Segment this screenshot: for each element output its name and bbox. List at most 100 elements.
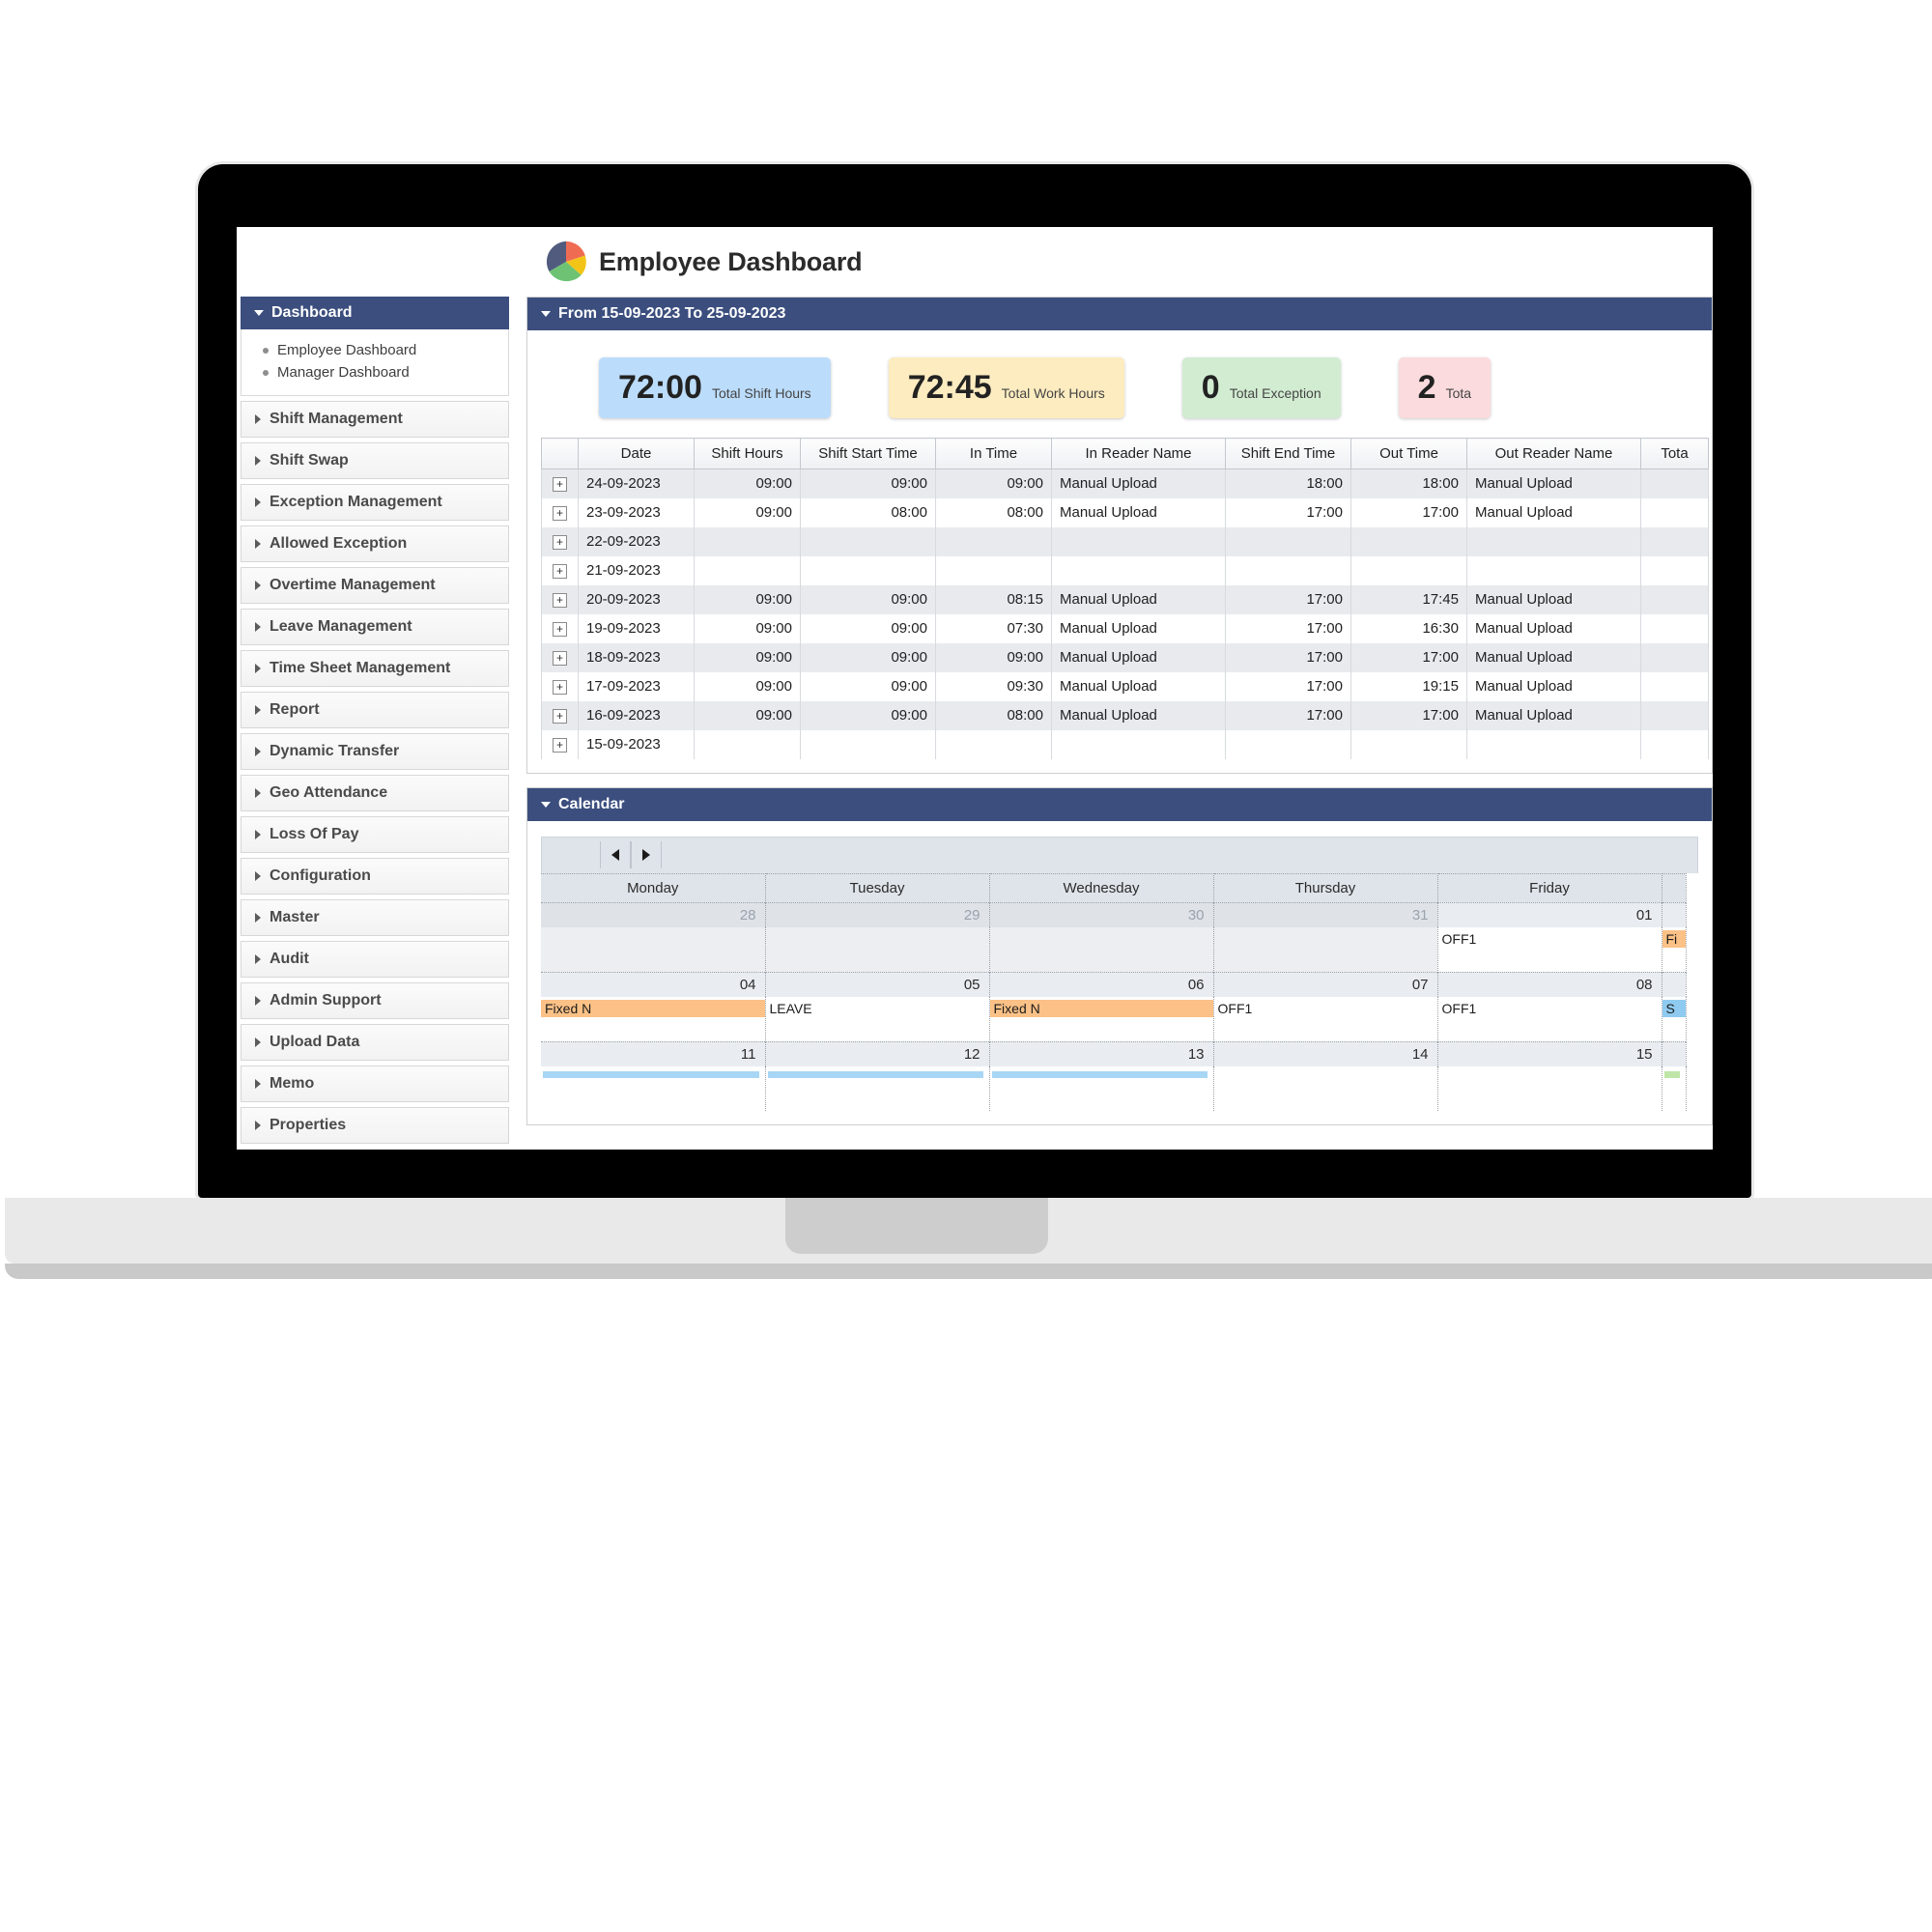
calendar-date-number[interactable]: 29 <box>765 901 990 927</box>
calendar-event-label[interactable]: OFF1 <box>1438 1000 1662 1017</box>
calendar-day-cell[interactable]: OFF1 <box>1437 997 1662 1041</box>
row-expand-cell[interactable]: + <box>541 555 579 585</box>
table-col-header[interactable]: Tota <box>1640 438 1709 469</box>
table-col-header[interactable]: Shift Start Time <box>800 438 936 469</box>
calendar-day-cell[interactable]: OFF1 <box>1437 927 1662 972</box>
calendar-date-number[interactable]: 31 <box>1213 901 1438 927</box>
row-expand-cell[interactable]: + <box>541 584 579 614</box>
sidebar-item-time-sheet-management[interactable]: Time Sheet Management <box>241 650 509 687</box>
table-row[interactable]: +15-09-2023 <box>541 729 1709 759</box>
table-row[interactable]: +19-09-2023 09:00 09:00 07:30 Manual Upload 1… <box>541 613 1709 643</box>
calendar-date-number[interactable]: 06 <box>989 971 1214 997</box>
calendar-day-cell[interactable]: Fixed N <box>989 997 1214 1041</box>
table-row[interactable]: +23-09-2023 09:00 08:00 08:00 Manual Upload 1… <box>541 497 1709 527</box>
kpi-card-total-exception[interactable]: 0 Total Exception <box>1181 357 1341 418</box>
sidebar-item-employee-dashboard[interactable]: Employee Dashboard <box>263 339 508 361</box>
calendar-event-label[interactable]: LEAVE <box>766 1000 989 1017</box>
calendar-day-cell[interactable]: Fi <box>1662 927 1687 972</box>
plus-box-icon[interactable]: + <box>553 477 567 493</box>
calendar-prev-button[interactable] <box>600 841 631 868</box>
calendar-next-button[interactable] <box>631 841 662 868</box>
table-row[interactable]: +17-09-2023 09:00 09:00 09:30 Manual Upload 1… <box>541 671 1709 701</box>
row-expand-cell[interactable]: + <box>541 526 579 556</box>
plus-box-icon[interactable]: + <box>553 738 567 753</box>
sidebar-item-shift-swap[interactable]: Shift Swap <box>241 442 509 479</box>
table-col-header[interactable]: In Reader Name <box>1051 438 1226 469</box>
calendar-day-cell[interactable] <box>541 1066 766 1111</box>
calendar-day-cell[interactable] <box>1437 1066 1662 1111</box>
table-row[interactable]: +20-09-2023 09:00 09:00 08:15 Manual Upload 1… <box>541 584 1709 614</box>
calendar-day-cell[interactable] <box>1213 1066 1438 1111</box>
calendar-day-cell[interactable]: LEAVE <box>765 997 990 1041</box>
calendar-event-label[interactable]: OFF1 <box>1438 930 1662 948</box>
calendar-day-cell[interactable]: OFF1 <box>1213 997 1438 1041</box>
sidebar-item-dashboard[interactable]: Dashboard <box>241 297 509 329</box>
calendar-day-cell[interactable] <box>989 1066 1214 1111</box>
sidebar-item-manager-dashboard[interactable]: Manager Dashboard <box>263 361 508 384</box>
table-col-header[interactable]: Date <box>578 438 695 469</box>
plus-box-icon[interactable]: + <box>553 622 567 637</box>
table-row[interactable]: +22-09-2023 <box>541 526 1709 556</box>
calendar-day-cell[interactable]: Fixed N <box>541 997 766 1041</box>
row-expand-cell[interactable]: + <box>541 671 579 701</box>
calendar-day-cell[interactable] <box>989 927 1214 972</box>
calendar-day-cell[interactable] <box>1213 927 1438 972</box>
sidebar-item-geo-attendance[interactable]: Geo Attendance <box>241 775 509 811</box>
table-col-header[interactable] <box>541 438 579 469</box>
calendar-date-number[interactable]: 07 <box>1213 971 1438 997</box>
row-expand-cell[interactable]: + <box>541 642 579 672</box>
calendar-date-number[interactable]: 28 <box>541 901 766 927</box>
calendar-event-bar[interactable] <box>543 1071 759 1078</box>
calendar-date-number[interactable]: 13 <box>989 1040 1214 1066</box>
sidebar-item-loss-of-pay[interactable]: Loss Of Pay <box>241 816 509 853</box>
plus-box-icon[interactable]: + <box>553 680 567 695</box>
row-expand-cell[interactable]: + <box>541 497 579 527</box>
sidebar-item-shift-management[interactable]: Shift Management <box>241 401 509 438</box>
table-row[interactable]: +16-09-2023 09:00 09:00 08:00 Manual Upload 1… <box>541 700 1709 730</box>
table-col-header[interactable]: Out Time <box>1350 438 1467 469</box>
calendar-event-bar[interactable] <box>767 1071 983 1078</box>
calendar-header[interactable]: Calendar <box>527 787 1712 821</box>
calendar-date-number[interactable]: 08 <box>1437 971 1662 997</box>
table-col-header[interactable]: Out Reader Name <box>1466 438 1641 469</box>
sidebar-item-memo[interactable]: Memo <box>241 1065 509 1102</box>
calendar-event-label[interactable]: Fixed N <box>989 1000 1213 1017</box>
calendar-date-number[interactable]: 12 <box>765 1040 990 1066</box>
table-col-header[interactable]: Shift Hours <box>694 438 801 469</box>
calendar-date-number[interactable]: 14 <box>1213 1040 1438 1066</box>
row-expand-cell[interactable]: + <box>541 729 579 759</box>
plus-box-icon[interactable]: + <box>553 593 567 608</box>
plus-box-icon[interactable]: + <box>553 709 567 724</box>
calendar-date-number[interactable]: 05 <box>765 971 990 997</box>
plus-box-icon[interactable]: + <box>553 564 567 579</box>
sidebar-item-master[interactable]: Master <box>241 899 509 936</box>
calendar-date-number[interactable]: 30 <box>989 901 1214 927</box>
sidebar-item-allowed-exception[interactable]: Allowed Exception <box>241 526 509 562</box>
kpi-card-total-work-hours[interactable]: 72:45 Total Work Hours <box>888 357 1124 418</box>
calendar-date-number[interactable]: 11 <box>541 1040 766 1066</box>
row-expand-cell[interactable]: + <box>541 700 579 730</box>
sidebar-item-upload-data[interactable]: Upload Data <box>241 1024 509 1061</box>
plus-box-icon[interactable]: + <box>553 535 567 550</box>
sidebar-item-configuration[interactable]: Configuration <box>241 858 509 895</box>
plus-box-icon[interactable]: + <box>553 506 567 521</box>
table-row[interactable]: +18-09-2023 09:00 09:00 09:00 Manual Upload 1… <box>541 642 1709 672</box>
date-range-header[interactable]: From 15-09-2023 To 25-09-2023 <box>527 298 1712 330</box>
calendar-event-label[interactable]: Fixed N <box>541 1000 765 1017</box>
table-col-header[interactable]: Shift End Time <box>1225 438 1351 469</box>
row-expand-cell[interactable]: + <box>541 469 579 498</box>
table-col-header[interactable]: In Time <box>935 438 1052 469</box>
calendar-day-cell[interactable]: S <box>1662 997 1687 1041</box>
kpi-card-total-shift-hours[interactable]: 72:00 Total Shift Hours <box>599 357 831 418</box>
plus-box-icon[interactable]: + <box>553 651 567 666</box>
sidebar-item-report[interactable]: Report <box>241 692 509 728</box>
calendar-date-number[interactable] <box>1662 971 1687 997</box>
sidebar-item-admin-support[interactable]: Admin Support <box>241 982 509 1019</box>
calendar-date-number[interactable] <box>1662 901 1687 927</box>
calendar-event-label[interactable]: OFF1 <box>1214 1000 1437 1017</box>
calendar-event-label[interactable]: S <box>1662 1000 1686 1017</box>
sidebar-item-overtime-management[interactable]: Overtime Management <box>241 567 509 604</box>
kpi-card-total-clipped[interactable]: 2 Tota <box>1398 357 1492 418</box>
calendar-day-cell[interactable] <box>1662 1066 1687 1111</box>
table-row[interactable]: +24-09-2023 09:00 09:00 09:00 Manual Upload 1… <box>541 469 1709 498</box>
